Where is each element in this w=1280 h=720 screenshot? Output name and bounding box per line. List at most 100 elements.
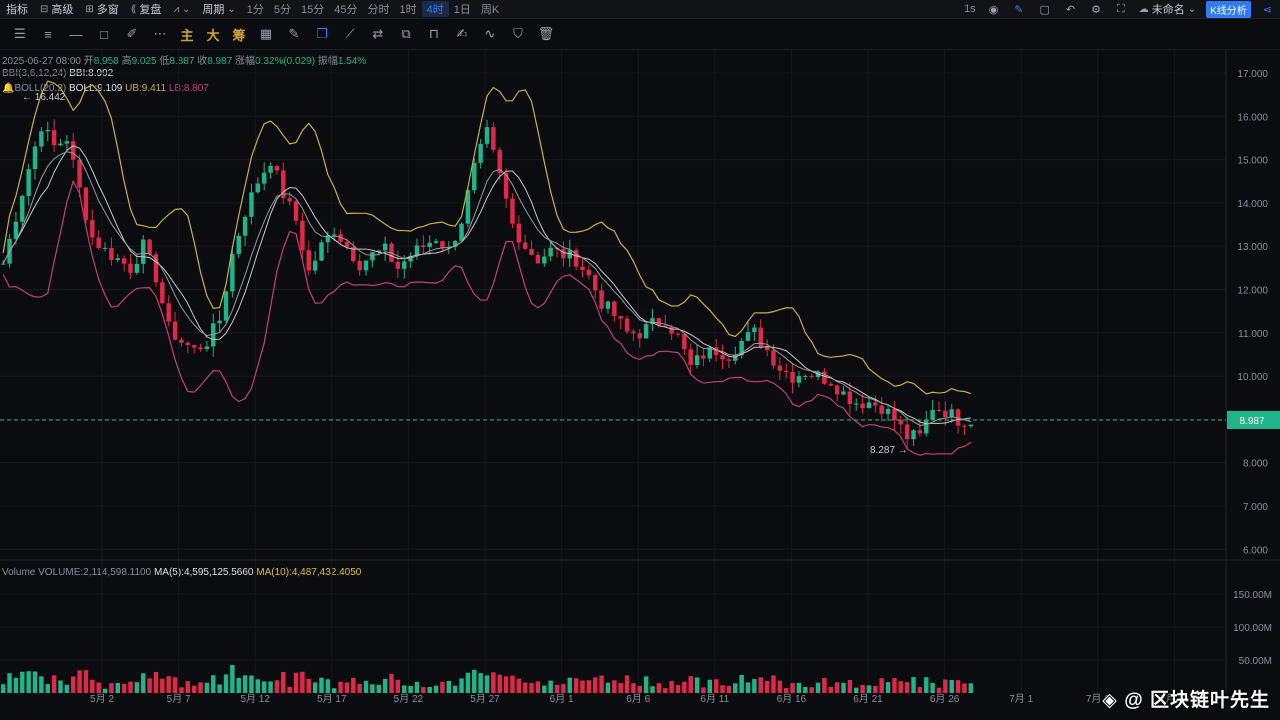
volume-bar	[733, 683, 738, 693]
volume-bar	[293, 672, 299, 693]
big-button[interactable]: 大	[200, 25, 226, 44]
candle-body	[421, 245, 426, 247]
edit-icon[interactable]: ✍	[448, 26, 476, 42]
candle-body	[268, 165, 273, 173]
candle-body	[847, 391, 853, 405]
candle-body	[472, 162, 477, 191]
candle-body	[510, 198, 515, 224]
interval-4[interactable]: 分时	[363, 1, 395, 17]
layout-icon[interactable]: ▢	[1032, 3, 1058, 16]
volume-bar	[153, 671, 159, 693]
volume-bar	[287, 686, 292, 693]
chevron-down-icon: ⌄	[181, 3, 191, 15]
candle-body	[866, 402, 872, 409]
volume-bar	[656, 683, 662, 693]
interval-5[interactable]: 1时	[395, 1, 422, 17]
volume-bar	[319, 677, 324, 693]
toolbar-item-0[interactable]: 指标	[0, 1, 34, 17]
pencil-icon[interactable]: ✎	[1006, 3, 1031, 16]
trash-icon[interactable]: 🗑	[532, 26, 560, 42]
volume-bar	[688, 676, 693, 693]
interval-1s[interactable]: 1s	[959, 3, 981, 15]
toolbar-item-3[interactable]: ⟪ 复盘	[125, 1, 168, 17]
main-button[interactable]: 主	[174, 25, 200, 44]
price-chart[interactable]: 17.000 16.000 15.000 14.000 13.000 12.000 11.0…	[0, 50, 1280, 720]
replay-icon: ⟪	[130, 3, 137, 15]
top-toolbar-right: 1s ◉ ✎ ▢ ↶ ⚙ ⛶ ☁ 未命名 ⌄ K线分析 ⋖	[959, 0, 1280, 18]
interval-1[interactable]: 5分	[269, 1, 296, 17]
rectangle-tool-icon[interactable]: □	[90, 27, 118, 42]
interval-7[interactable]: 1日	[449, 1, 476, 17]
y-tick-label: 16.000	[1237, 112, 1268, 123]
y-tick-label: 7.000	[1243, 502, 1268, 513]
ruler-icon[interactable]: ⟋	[336, 26, 364, 42]
camera-icon[interactable]: ◉	[981, 3, 1007, 16]
interval-2[interactable]: 15分	[296, 1, 329, 17]
copy-icon[interactable]: ❐	[308, 26, 336, 42]
line-tool-icon[interactable]: —	[62, 27, 90, 42]
candle-body	[484, 127, 490, 144]
candle-body	[427, 242, 432, 247]
measure-icon[interactable]: ⇄	[364, 26, 392, 42]
volume-bar	[898, 681, 904, 693]
grid-icon[interactable]: ▦	[252, 26, 280, 42]
chips-button[interactable]: 筹	[226, 25, 252, 44]
volume-bar	[510, 675, 515, 693]
candle-body	[873, 402, 878, 406]
candle-body	[930, 409, 935, 420]
volume-bar	[783, 688, 789, 693]
toolbar-item-5[interactable]: 周期 ⌄	[196, 1, 241, 17]
volume-bar	[45, 684, 50, 693]
volume-bar	[255, 679, 261, 693]
candle-body	[764, 346, 770, 351]
menu-icon[interactable]: ≡	[34, 27, 62, 42]
volume-bar	[873, 686, 878, 693]
volume-bar	[682, 681, 687, 693]
interval-8[interactable]: 周K	[476, 1, 504, 17]
volume-bar	[211, 675, 216, 693]
volume-bar	[249, 675, 254, 693]
magnet-icon[interactable]: ∿	[476, 26, 504, 42]
filter-icon[interactable]: ⛉	[504, 26, 532, 42]
candle-body	[102, 247, 108, 249]
interval-3[interactable]: 45分	[329, 1, 362, 17]
share-icon[interactable]: ⋖	[1255, 3, 1280, 16]
candle-body	[287, 198, 292, 202]
volume-bar	[497, 674, 502, 693]
candle-body	[395, 261, 401, 269]
candle-body	[783, 370, 789, 372]
interval-6[interactable]: 4时	[421, 1, 449, 17]
toolbar-item-4[interactable]: ⩘ ⌄	[167, 4, 196, 15]
candle-body	[261, 172, 267, 184]
volume-bar	[771, 675, 776, 693]
volume-bar	[363, 680, 369, 693]
candle-body	[586, 269, 592, 276]
horizontal-lines-icon[interactable]: ☰	[6, 26, 34, 42]
compare-icon[interactable]: ⧉	[392, 26, 420, 42]
volume-bar	[854, 687, 859, 693]
candle-body	[548, 247, 553, 257]
volume-bar	[20, 671, 25, 693]
lock-icon[interactable]: ⊓	[420, 26, 448, 42]
more-tools-icon[interactable]: ⋯	[146, 26, 174, 42]
k-analysis-button[interactable]: K线分析	[1206, 0, 1251, 18]
toolbar-item-1[interactable]: ⊟ 高级	[34, 1, 79, 17]
draw-icon[interactable]: ✎	[280, 26, 308, 42]
candle-body	[109, 247, 114, 261]
interval-0[interactable]: 1分	[242, 1, 269, 17]
candle-body	[491, 127, 496, 150]
volume-bar	[675, 685, 681, 693]
volume-bar	[198, 682, 203, 693]
candle-body	[382, 243, 388, 251]
toolbar-item-2[interactable]: ⊞ 多窗	[79, 1, 124, 17]
fullscreen-icon[interactable]: ⛶	[1109, 3, 1133, 16]
candle-body	[911, 430, 916, 440]
account-menu[interactable]: ☁ 未命名 ⌄	[1133, 1, 1202, 17]
candle-body	[478, 143, 483, 163]
brush-tool-icon[interactable]: ✐	[118, 26, 146, 42]
candle-body	[249, 192, 254, 217]
undo-icon[interactable]: ↶	[1058, 3, 1083, 16]
candle-body	[605, 301, 611, 309]
settings-icon[interactable]: ⚙	[1083, 3, 1109, 16]
candle-body	[949, 409, 954, 418]
